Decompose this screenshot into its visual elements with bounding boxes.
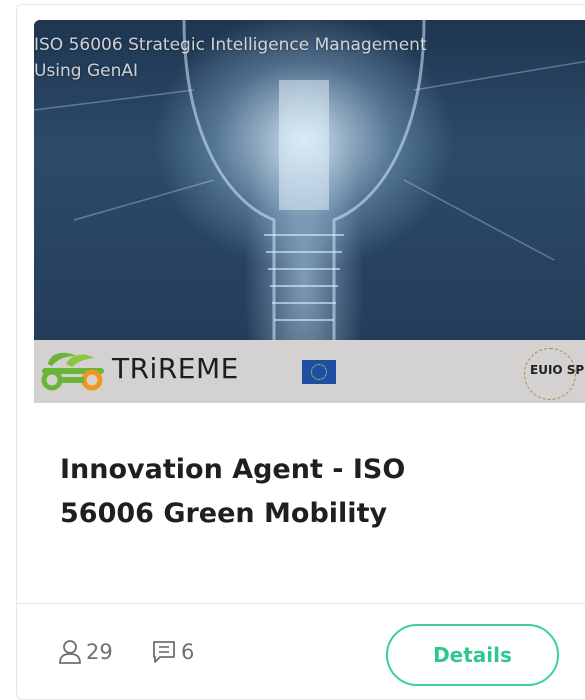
eu-funding-caption (302, 385, 342, 391)
euio-seal-text: EUIO SPI (530, 363, 585, 377)
banner-title: ISO 56006 Strategic Intelligence Managem… (34, 35, 427, 81)
comments-count: 6 (181, 640, 195, 664)
trireme-car-logo (41, 352, 104, 391)
eu-flag-icon (302, 360, 336, 384)
participants-stat: 29 (58, 637, 113, 667)
comments-stat: 6 (151, 637, 194, 667)
ai-head-illustration: ISO 56006 Strategic Intelligence Managem… (34, 20, 585, 340)
card-divider (17, 603, 585, 604)
card-title[interactable]: Innovation Agent - ISO 56006 Green Mobil… (60, 448, 540, 536)
comment-icon (153, 641, 175, 663)
card-banner-image[interactable]: ISO 56006 Strategic Intelligence Managem… (34, 20, 585, 403)
user-icon (59, 640, 81, 664)
details-button[interactable]: Details (386, 624, 559, 686)
partner-logo-strip: TRiREME EUIO SPI (34, 340, 585, 403)
participants-count: 29 (86, 640, 113, 664)
trireme-logo-text: TRiREME (112, 352, 239, 385)
